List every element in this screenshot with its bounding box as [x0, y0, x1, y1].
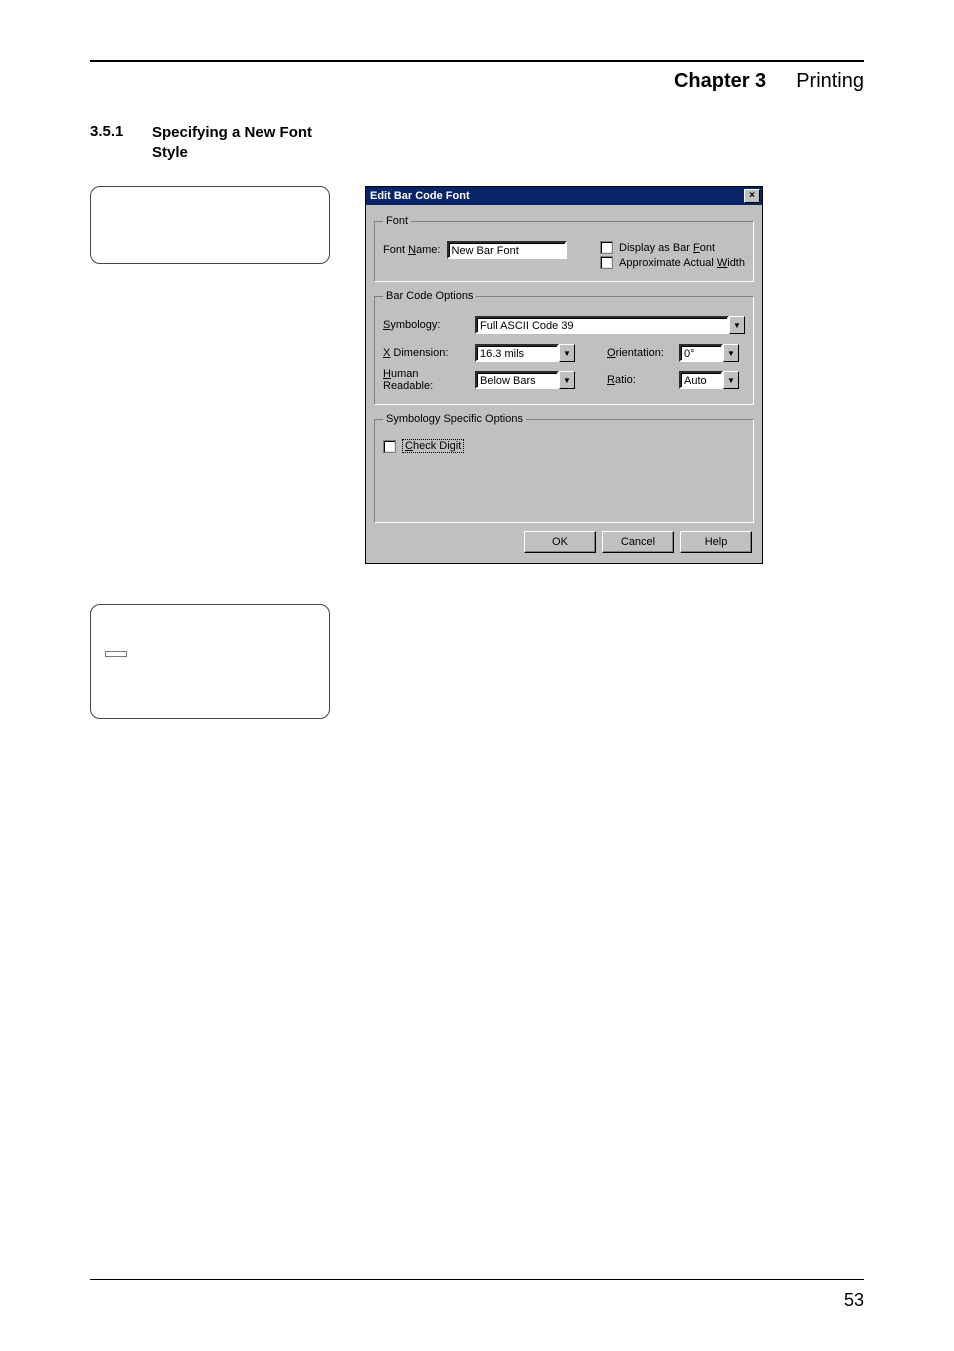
- symbology-specific-group: Symbology Specific Options Check Digit: [374, 413, 754, 523]
- symbology-combo[interactable]: Full ASCII Code 39 ▼: [475, 316, 745, 334]
- chapter-label: Chapter 3: [674, 70, 766, 93]
- ghost-ok-button: [105, 651, 127, 657]
- instruction-box-1: [90, 186, 330, 264]
- check-digit-label: Check Digit: [402, 439, 464, 453]
- section-title: Specifying a New Font Style: [152, 123, 332, 162]
- xdimension-combo[interactable]: 16.3 mils ▼: [475, 344, 575, 362]
- chevron-down-icon[interactable]: ▼: [559, 344, 575, 362]
- dialog-title: Edit Bar Code Font: [370, 190, 470, 202]
- font-name-input[interactable]: New Bar Font: [447, 241, 567, 259]
- display-as-bar-font-checkbox[interactable]: [600, 241, 613, 254]
- help-button[interactable]: Help: [680, 531, 752, 553]
- close-icon[interactable]: ×: [744, 189, 760, 203]
- chevron-down-icon[interactable]: ▼: [723, 371, 739, 389]
- xdimension-label: X Dimension:: [383, 347, 469, 359]
- xdimension-value: 16.3 mils: [475, 344, 559, 362]
- approx-width-checkbox[interactable]: [600, 256, 613, 269]
- chevron-down-icon[interactable]: ▼: [559, 371, 575, 389]
- page-footer: 53: [90, 1279, 864, 1311]
- dialog-titlebar: Edit Bar Code Font ×: [366, 187, 762, 205]
- chevron-down-icon[interactable]: ▼: [723, 344, 739, 362]
- font-group-label: Font: [383, 215, 411, 227]
- check-digit-checkbox[interactable]: [383, 440, 396, 453]
- ratio-value: Auto: [679, 371, 723, 389]
- barcode-options-label: Bar Code Options: [383, 290, 476, 302]
- cancel-button[interactable]: Cancel: [602, 531, 674, 553]
- ratio-label: Ratio:: [607, 374, 673, 386]
- barcode-options-group: Bar Code Options Symbology: Full ASCII C…: [374, 290, 754, 405]
- chevron-down-icon[interactable]: ▼: [729, 316, 745, 334]
- chapter-title: Printing: [796, 70, 864, 93]
- orientation-value: 0°: [679, 344, 723, 362]
- section-number: 3.5.1: [90, 123, 134, 162]
- font-group: Font Font Name: New Bar Font Display as …: [374, 215, 754, 282]
- approx-width-label: Approximate Actual Width: [619, 257, 745, 269]
- human-readable-combo[interactable]: Below Bars ▼: [475, 371, 575, 389]
- font-name-label: Font Name:: [383, 244, 441, 256]
- symbology-label: Symbology:: [383, 319, 469, 331]
- ok-button[interactable]: OK: [524, 531, 596, 553]
- human-readable-value: Below Bars: [475, 371, 559, 389]
- orientation-label: Orientation:: [607, 347, 673, 359]
- edit-barcode-font-dialog: Edit Bar Code Font × Font Font Name: New…: [365, 186, 763, 564]
- symbology-specific-label: Symbology Specific Options: [383, 413, 526, 425]
- page-number: 53: [844, 1290, 864, 1311]
- human-readable-label: Human Readable:: [383, 368, 469, 392]
- instruction-box-2: [90, 604, 330, 719]
- display-as-bar-font-label: Display as Bar Font: [619, 242, 715, 254]
- ratio-combo[interactable]: Auto ▼: [679, 371, 739, 389]
- orientation-combo[interactable]: 0° ▼: [679, 344, 739, 362]
- symbology-value: Full ASCII Code 39: [475, 316, 729, 334]
